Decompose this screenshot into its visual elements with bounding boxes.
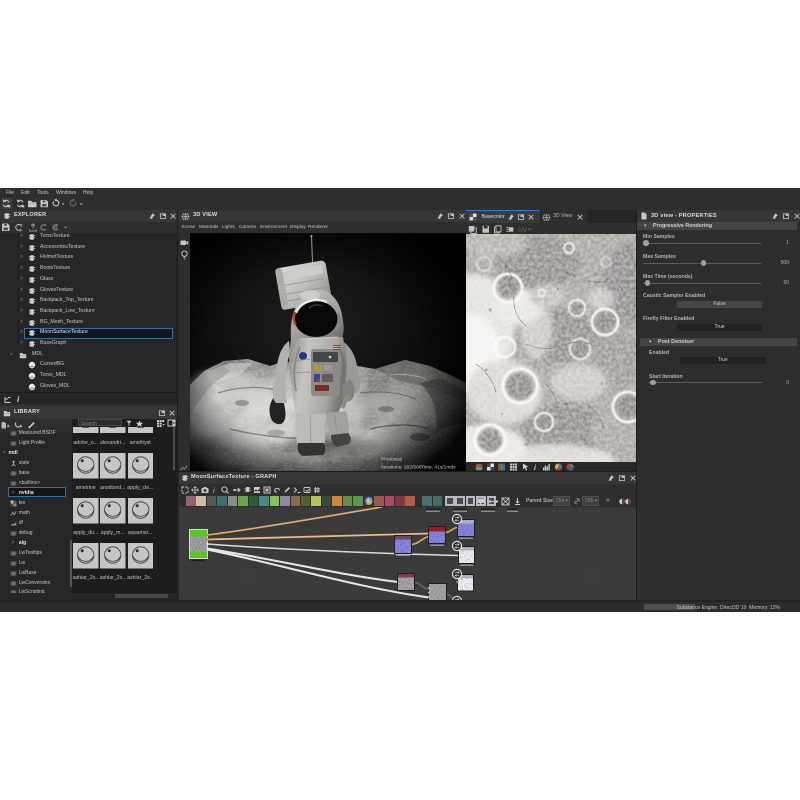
- svg-text:Time: 41s/1mds: Time: 41s/1mds: [421, 465, 456, 471]
- svg-text:Iterations: 282/500: Iterations: 282/500: [381, 465, 422, 471]
- svg-text:i: i: [213, 486, 215, 494]
- svg-text:Photoreal: Photoreal: [381, 457, 402, 463]
- svg-text:UV: UV: [518, 227, 528, 234]
